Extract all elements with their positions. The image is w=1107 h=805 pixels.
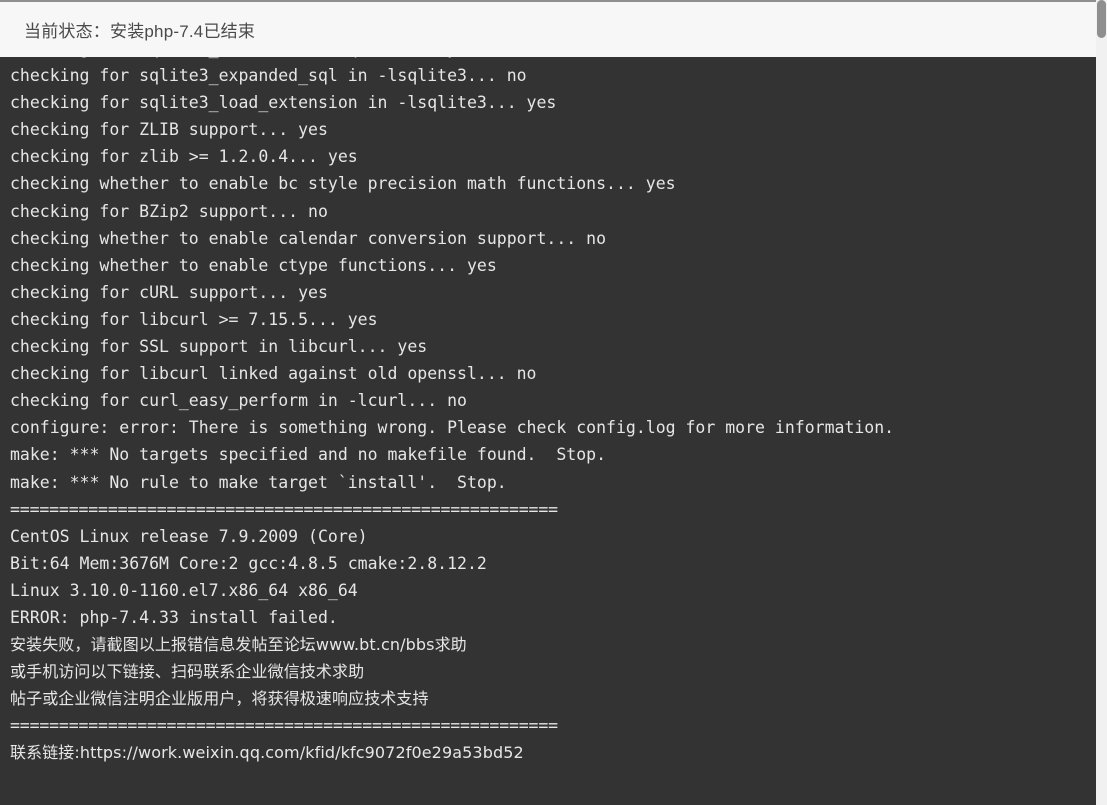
log-line: 联系链接:https://work.weixin.qq.com/kfid/kfc… [10,743,524,763]
log-line: checking for cURL support... yes [10,282,328,302]
log-line: Linux 3.10.0-1160.el7.x86_64 x86_64 [10,580,358,600]
log-line: checking for ZLIB support... yes [10,120,328,140]
log-line: ========================================… [10,794,1096,805]
log-line: ========================================… [10,716,558,736]
log-line: 帖子或企业微信注明企业版用户，将获得极速响应技术支持 [10,689,429,709]
vertical-scrollbar-thumb[interactable] [1097,0,1106,38]
log-line: CentOS Linux release 7.9.2009 (Core) [10,526,368,546]
log-line: checking whether to enable calendar conv… [10,228,607,248]
log-line: checking for libcurl linked against old … [10,364,537,384]
log-line: checking for SSL support in libcurl... y… [10,337,428,357]
log-line: checking for zlib >= 1.2.0.4... yes [10,147,358,167]
log-line: make: *** No rule to make target `instal… [10,472,507,492]
log-line: ========================================… [10,499,558,519]
log-line: checking whether to enable bc style prec… [10,174,676,194]
install-log-console[interactable]: checking for sqlite3_errstr in -lsqlite3… [0,57,1096,805]
install-status-text: 当前状态：安装php-7.4已结束 [24,22,256,41]
log-line-list: checking for sqlite3_errstr in -lsqlite3… [0,57,1096,805]
log-line: checking for sqlite3_load_extension in -… [10,93,557,113]
log-line: make: *** No targets specified and no ma… [10,445,607,465]
log-line: Bit:64 Mem:3676M Core:2 gcc:4.8.5 cmake:… [10,553,487,573]
log-line: checking for BZip2 support... no [10,201,328,221]
log-line: ERROR: php-7.4.33 install failed. [10,607,338,627]
log-line: checking for libcurl >= 7.15.5... yes [10,309,378,329]
log-line: 安装失败，请截图以上报错信息发帖至论坛www.bt.cn/bbs求助 [10,635,467,655]
install-status-header: 当前状态：安装php-7.4已结束 [0,0,1096,57]
log-line: configure: error: There is something wro… [10,418,895,438]
log-line: checking whether to enable ctype functio… [10,255,497,275]
log-line: checking for curl_easy_perform in -lcurl… [10,391,467,411]
log-line: 或手机访问以下链接、扫码联系企业微信技术求助 [10,662,365,682]
log-line: checking for sqlite3_expanded_sql in -ls… [10,66,527,86]
vertical-scrollbar[interactable] [1096,0,1107,805]
